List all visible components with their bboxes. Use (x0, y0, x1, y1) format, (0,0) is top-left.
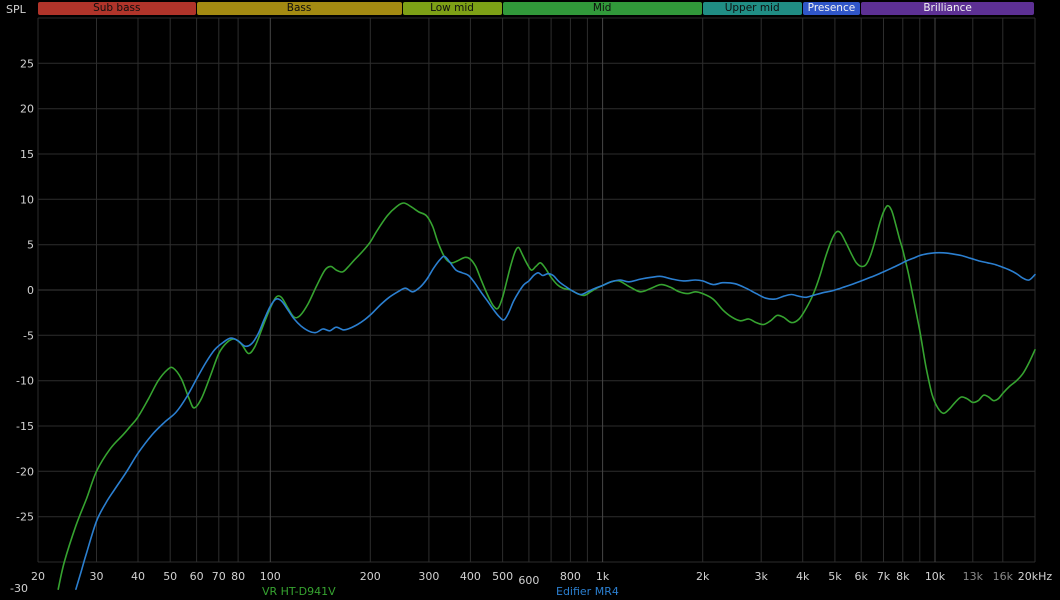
y-tick-label: -25 (16, 511, 34, 524)
y-tick-label: 0 (27, 284, 34, 297)
x-tick-label: 13k (963, 570, 984, 583)
y-tick-label: -5 (23, 329, 34, 342)
x-tick-label: 800 (560, 570, 581, 583)
legend-series-2: Edifier MR4 (556, 585, 619, 598)
y-tick-label-bottom: -30 (10, 582, 28, 595)
legend-series-1: VR HT-D941V (262, 585, 336, 598)
frequency-response-chart: SPL Sub bass Bass Low mid Mid Upper mid … (0, 0, 1060, 600)
y-tick-label: 25 (20, 57, 34, 70)
y-tick-label: -15 (16, 420, 34, 433)
x-tick-label: 50 (163, 570, 177, 583)
y-tick-label: 15 (20, 148, 34, 161)
x-tick-label: 500 (492, 570, 513, 583)
x-tick-label: 100 (260, 570, 281, 583)
x-tick-label: 3k (755, 570, 769, 583)
x-tick-label: 1k (596, 570, 610, 583)
x-tick-label: 16k (993, 570, 1014, 583)
x-tick-label: 4k (796, 570, 810, 583)
x-tick-label: 20 (31, 570, 45, 583)
x-tick-label: 60 (190, 570, 204, 583)
plot-area: 20 30 40 50 60 70 80 100 200 300 400 500 600 800 1k 2k 3… (10, 17, 1053, 595)
x-tick-label: 70 (212, 570, 226, 583)
x-tick-label: 10k (925, 570, 946, 583)
y-tick-label: -20 (16, 465, 34, 478)
x-tick-label: 20kHz (1018, 570, 1053, 583)
y-tick-label: -10 (16, 375, 34, 388)
x-tick-label: 30 (90, 570, 104, 583)
x-tick-label: 6k (855, 570, 869, 583)
x-tick-label: 600 (518, 574, 539, 587)
x-tick-label: 80 (231, 570, 245, 583)
series-curve-1 (57, 202, 1036, 590)
x-tick-label: 8k (896, 570, 910, 583)
x-tick-label: 5k (828, 570, 842, 583)
x-tick-label: 7k (877, 570, 891, 583)
y-tick-label: 20 (20, 103, 34, 116)
x-tick-label: 40 (131, 570, 145, 583)
y-tick-label: 5 (27, 239, 34, 252)
x-tick-label: 300 (418, 570, 439, 583)
x-tick-label: 200 (360, 570, 381, 583)
y-tick-label: 10 (20, 193, 34, 206)
x-tick-label: 400 (460, 570, 481, 583)
series-curve-2 (75, 251, 1036, 590)
x-tick-label: 2k (696, 570, 710, 583)
